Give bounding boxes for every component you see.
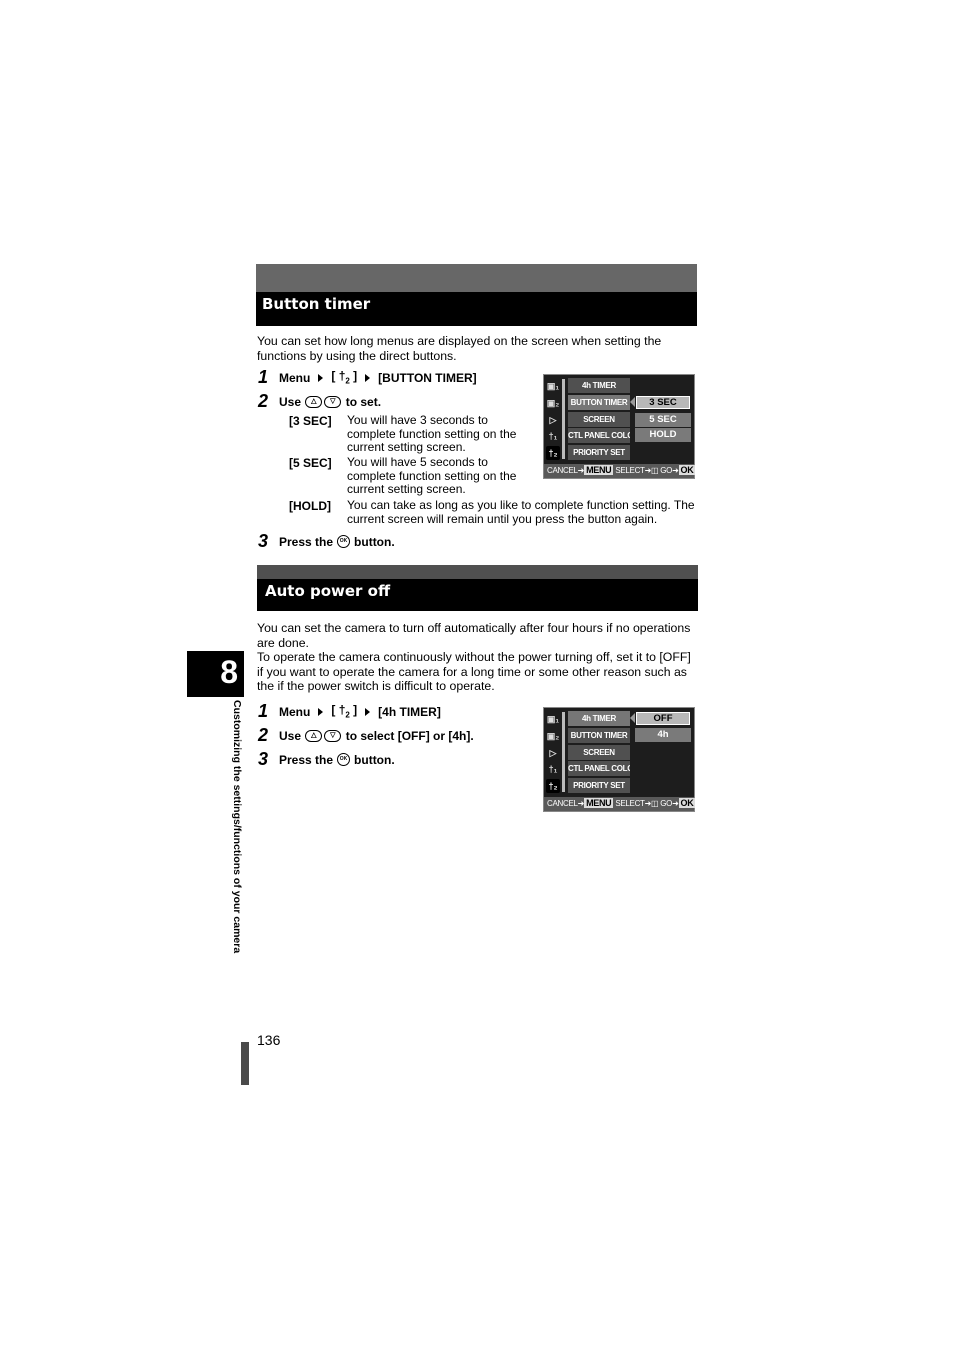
- dial-icon: ◫: [651, 466, 659, 475]
- value-option: 5 SEC: [635, 413, 691, 427]
- camera-2-icon: ▣₂: [546, 731, 560, 741]
- menu-item-selected: 4h TIMER: [568, 711, 630, 726]
- menu-item: CTL PANEL COLOR: [568, 761, 630, 776]
- option-desc: You will have 5 seconds to complete func…: [347, 455, 517, 496]
- intro-text: You can set how long menus are displayed…: [257, 334, 662, 363]
- value-selected: 3 SEC: [636, 396, 690, 409]
- scrollbar: [562, 379, 565, 459]
- section-title-bar: Auto power off: [257, 579, 698, 611]
- section-header-band: [256, 264, 697, 292]
- setup-2-icon: †₂: [546, 446, 560, 460]
- page-marker-bar: [241, 1042, 249, 1085]
- setup-2-icon: †₂: [546, 779, 560, 793]
- ok-button-icon: OK: [337, 753, 351, 766]
- chapter-tab: 8: [187, 651, 244, 697]
- option-desc: You can take as long as you like to comp…: [347, 498, 695, 526]
- camera-1-icon: ▣₁: [546, 381, 560, 391]
- up-button-icon: △: [305, 729, 323, 742]
- setup-2-menu-ref: [ †2 ]: [331, 703, 358, 720]
- menu-item: PRIORITY SET: [568, 778, 630, 793]
- up-button-icon: △: [305, 395, 323, 408]
- menu-item: SCREEN: [568, 745, 630, 760]
- value-option: HOLD: [635, 428, 691, 442]
- menu-item: SCREEN: [568, 412, 630, 427]
- intro-text: You can set the camera to turn off autom…: [257, 621, 691, 693]
- setup-1-icon: †₁: [548, 764, 558, 774]
- step-3: 3 Press the OK button.: [258, 531, 395, 551]
- arrow-right-icon: [318, 707, 324, 716]
- step-1: 1 Menu [ †2 ] [4h TIMER]: [258, 701, 441, 721]
- ok-icon: OK: [678, 465, 696, 475]
- playback-icon: ▷: [549, 748, 557, 758]
- menu-item: BUTTON TIMER: [568, 728, 630, 743]
- section-title-bar: Button timer: [256, 292, 697, 326]
- camera-1-icon: ▣₁: [546, 714, 560, 724]
- dial-icon: ◫: [651, 799, 659, 808]
- menu-item-selected: BUTTON TIMER: [568, 395, 630, 410]
- down-button-icon: ▽: [324, 729, 342, 742]
- menu-button-icon: MENU: [584, 798, 614, 808]
- arrow-right-icon: [365, 707, 371, 716]
- playback-icon: ▷: [549, 415, 557, 425]
- value-selected: OFF: [636, 712, 690, 725]
- step-2: 2 Use △ ▽ to select [OFF] or [4h].: [258, 725, 474, 745]
- chapter-number: 8: [220, 654, 238, 690]
- pointer-icon: [630, 397, 635, 407]
- option-key: [5 SEC]: [289, 456, 332, 470]
- option-key: [3 SEC]: [289, 414, 332, 428]
- menu-button-icon: MENU: [584, 465, 614, 475]
- step-2: 2 Use △ ▽ to set.: [258, 391, 382, 411]
- camera-2-icon: ▣₂: [546, 398, 560, 408]
- scrollbar: [562, 712, 565, 792]
- step-1: 1 Menu [ †2 ] [BUTTON TIMER]: [258, 367, 477, 387]
- camera-screen-button-timer: ▣₁ ▣₂ ▷ †₁ †₂ 4h TIMER BUTTON TIMER SCRE…: [543, 374, 696, 479]
- menu-item: PRIORITY SET: [568, 445, 630, 460]
- value-option: 4h: [635, 728, 691, 742]
- arrow-right-icon: [365, 373, 371, 382]
- down-button-icon: ▽: [324, 395, 342, 408]
- camera-screen-4h-timer: ▣₁ ▣₂ ▷ †₁ †₂ 4h TIMER BUTTON TIMER SCRE…: [543, 707, 696, 812]
- screen-footer: CANCEL➜ MENU SELECT➜◫ GO➜ OK: [544, 797, 696, 811]
- section-title: Button timer: [262, 295, 371, 313]
- chapter-side-title: Customizing the settings/functions of yo…: [231, 700, 243, 954]
- setup-2-menu-ref: [ †2 ]: [331, 369, 358, 386]
- menu-item: 4h TIMER: [568, 378, 630, 393]
- arrow-right-icon: [318, 373, 324, 382]
- ok-icon: OK: [678, 798, 696, 808]
- screen-footer: CANCEL➜ MENU SELECT➜◫ GO➜ OK: [544, 464, 696, 478]
- setup-1-icon: †₁: [548, 431, 558, 441]
- section-title: Auto power off: [265, 582, 391, 600]
- page-number: 136: [257, 1032, 281, 1048]
- ok-button-icon: OK: [337, 535, 351, 548]
- menu-item: CTL PANEL COLOR: [568, 428, 630, 443]
- option-key: [HOLD]: [289, 499, 331, 513]
- step-3: 3 Press the OK button.: [258, 749, 395, 769]
- section-header-band: [257, 565, 698, 579]
- option-desc: You will have 3 seconds to complete func…: [347, 413, 517, 454]
- pointer-icon: [630, 713, 635, 723]
